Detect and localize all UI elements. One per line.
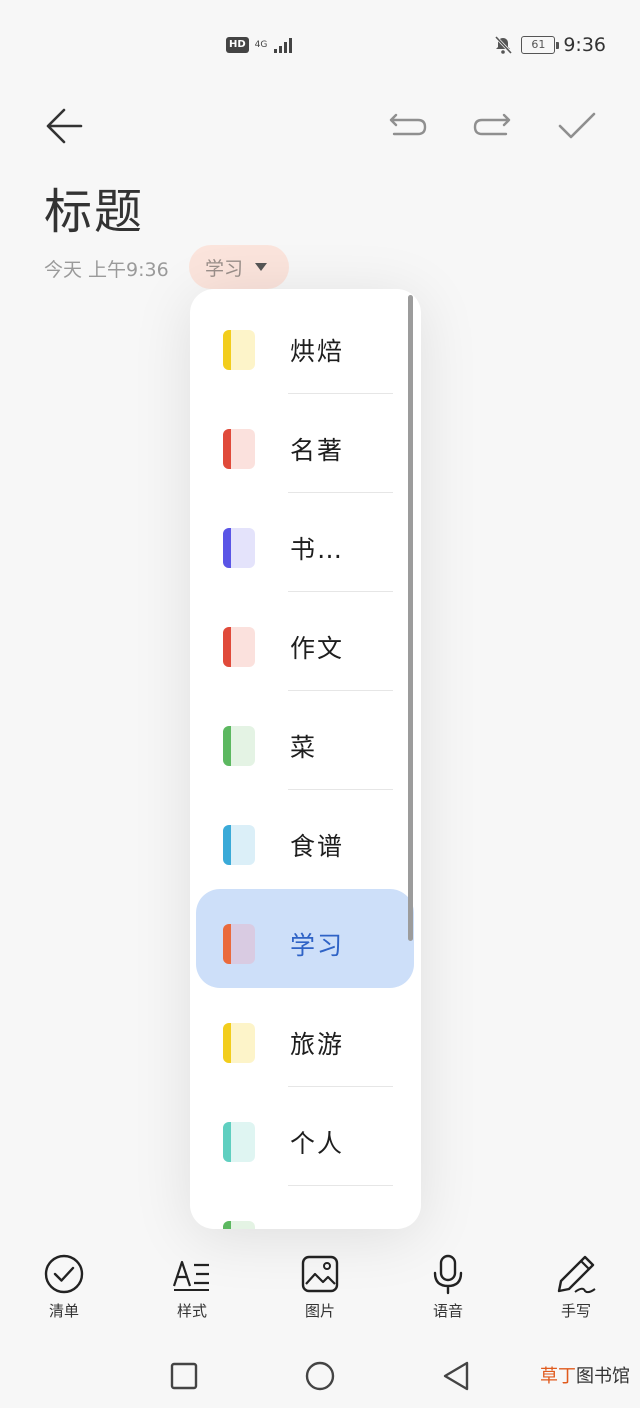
category-color-icon	[223, 1221, 255, 1229]
voice-label: 语音	[432, 1302, 463, 1320]
clock: 9:36	[563, 34, 606, 56]
system-status: 61 9:36	[493, 34, 606, 56]
recents-button[interactable]	[156, 1348, 212, 1404]
category-option-label: 个人	[290, 1129, 345, 1158]
editor-toolbar	[0, 96, 640, 156]
category-color-icon	[223, 726, 255, 766]
category-option[interactable]: 生活	[190, 1186, 421, 1229]
image-label: 图片	[304, 1302, 335, 1320]
category-option[interactable]: 烘焙	[190, 295, 421, 394]
back-button[interactable]	[34, 96, 94, 156]
redo-icon	[473, 113, 511, 136]
battery-icon: 61	[521, 36, 560, 54]
image-button[interactable]: 图片	[275, 1250, 365, 1330]
checklist-label: 清单	[48, 1302, 79, 1320]
category-color-icon	[223, 825, 255, 865]
checklist-icon	[44, 1254, 84, 1294]
category-option-label: 学习	[290, 931, 345, 960]
note-title[interactable]: 标题	[44, 172, 144, 242]
handwriting-button[interactable]: 手写	[531, 1250, 621, 1330]
network-status: HD 4G	[226, 36, 295, 54]
style-label: 样式	[176, 1302, 207, 1320]
text-style-icon	[172, 1260, 209, 1291]
category-option-label: 名著	[290, 436, 345, 465]
undo-icon	[389, 113, 427, 136]
category-option[interactable]: 旅游	[190, 988, 421, 1087]
arrow-left-icon	[46, 108, 83, 144]
undo-button[interactable]	[378, 96, 438, 156]
category-option-label: 烘焙	[290, 337, 345, 366]
image-icon	[301, 1255, 339, 1293]
category-color-icon	[223, 330, 255, 370]
category-option-label: 旅游	[290, 1030, 345, 1059]
category-option[interactable]: 学习	[190, 889, 421, 988]
category-color-icon	[223, 627, 255, 667]
category-color-icon	[223, 429, 255, 469]
category-option[interactable]: 食谱	[190, 790, 421, 889]
handwriting-label: 手写	[560, 1302, 591, 1320]
category-option-label: 生活	[290, 1223, 344, 1229]
category-option-label: 作文	[290, 634, 345, 663]
status-bar: HD 4G 61 9:36	[0, 0, 640, 94]
circle-icon	[305, 1361, 335, 1391]
hd-badge: HD	[226, 37, 249, 53]
watermark: 草丁图书馆	[540, 1362, 630, 1388]
back-nav-button[interactable]	[428, 1348, 484, 1404]
category-selector[interactable]: 学习	[189, 245, 289, 289]
category-option-label: 食谱	[290, 832, 345, 861]
note-timestamp: 今天 上午9:36	[44, 259, 169, 281]
category-option[interactable]: 个人	[190, 1087, 421, 1186]
category-option-label: 菜	[290, 733, 318, 762]
bell-muted-icon	[495, 35, 513, 55]
category-option-label: 书…	[290, 535, 345, 564]
category-color-icon	[223, 1023, 255, 1063]
category-color-icon	[223, 1122, 255, 1162]
category-option[interactable]: 菜	[190, 691, 421, 790]
category-option[interactable]: 书…	[190, 493, 421, 592]
microphone-icon	[433, 1254, 463, 1295]
bottom-tool-bar: 清单 样式 图片 语音 手写	[0, 1250, 640, 1330]
style-button[interactable]: 样式	[147, 1250, 237, 1330]
check-icon	[558, 112, 596, 139]
watermark-part-1: 草丁	[540, 1366, 576, 1387]
category-option[interactable]: 作文	[190, 592, 421, 691]
confirm-button[interactable]	[547, 96, 607, 156]
pen-icon	[557, 1255, 596, 1294]
triangle-back-icon	[443, 1361, 469, 1391]
voice-button[interactable]: 语音	[403, 1250, 493, 1330]
category-dropdown[interactable]: 烘焙名著书… 作文菜食谱学习旅游个人生活	[190, 289, 421, 1229]
category-color-icon	[223, 924, 255, 964]
square-icon	[170, 1362, 198, 1390]
category-color-icon	[223, 528, 255, 568]
category-label: 学习	[205, 257, 244, 280]
scrollbar[interactable]	[408, 295, 413, 941]
network-type: 4G	[254, 39, 268, 50]
dropdown-triangle-icon	[255, 263, 268, 271]
signal-icon	[274, 38, 293, 53]
checklist-button[interactable]: 清单	[19, 1250, 109, 1330]
home-button[interactable]	[292, 1348, 348, 1404]
watermark-part-2: 图书馆	[576, 1366, 630, 1387]
category-option[interactable]: 名著	[190, 394, 421, 493]
redo-button[interactable]	[462, 96, 522, 156]
